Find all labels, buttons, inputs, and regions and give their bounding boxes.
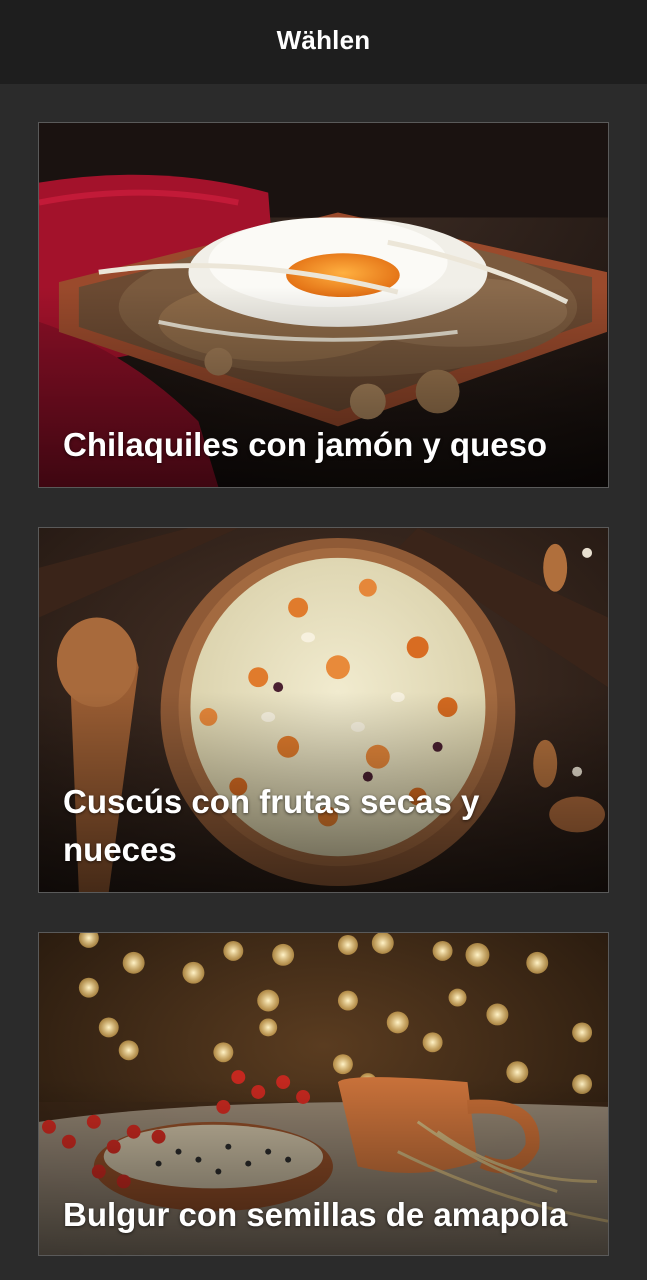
page-title: Wählen [276, 24, 371, 55]
recipe-card-bulgur[interactable]: Bulgur con semillas de amapola y pasas [38, 932, 609, 1256]
recipe-list[interactable]: Chilaquiles con jamón y queso Cuscús con… [0, 84, 647, 1256]
recipe-card-chilaquiles[interactable]: Chilaquiles con jamón y queso [38, 122, 609, 488]
recipe-title: Chilaquiles con jamón y queso [63, 426, 548, 464]
top-bar: Wählen [0, 0, 647, 84]
recipe-card-cuscus[interactable]: Cuscús con frutas secas y nueces [38, 527, 609, 893]
recipe-title: Bulgur con semillas de amapola y pasas [63, 1196, 568, 1255]
recipe-title: Cuscús con frutas secas y nueces [63, 783, 480, 869]
bottom-safe-area [0, 1256, 647, 1280]
